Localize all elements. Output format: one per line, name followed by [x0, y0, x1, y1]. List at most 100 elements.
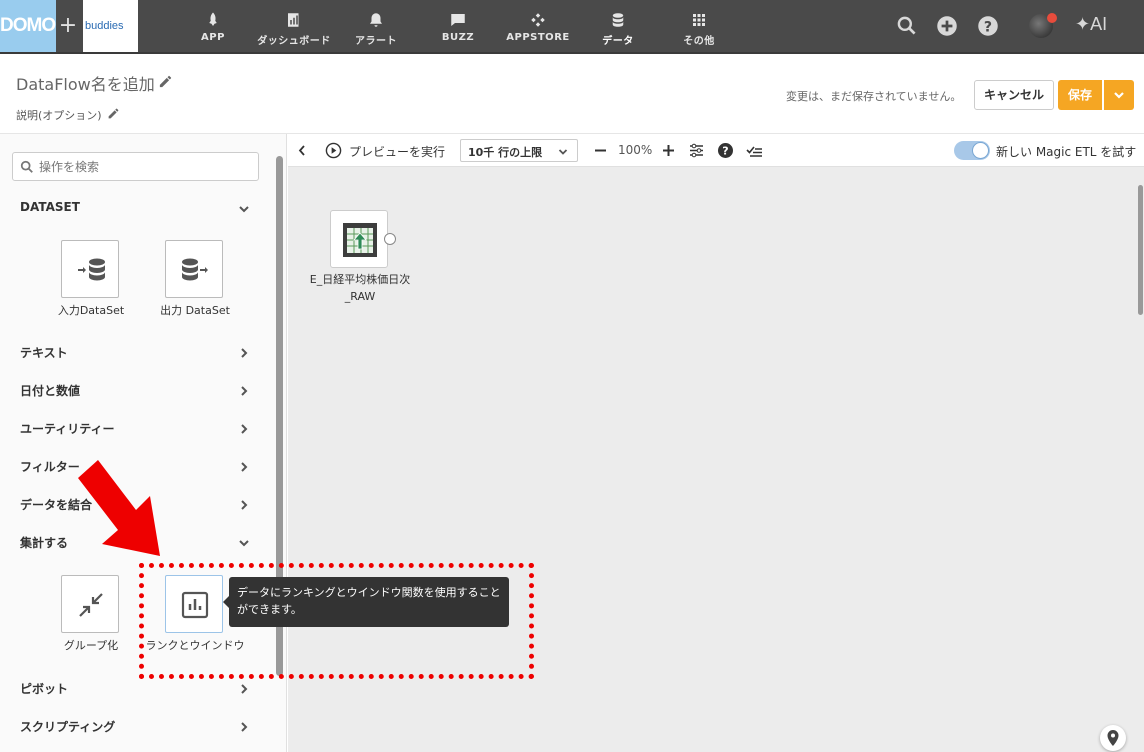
- plus-separator: +: [58, 13, 78, 38]
- search-icon: [20, 160, 33, 173]
- chevron-right-icon: [241, 348, 248, 358]
- zoom-in-icon[interactable]: [660, 142, 677, 159]
- node-output-port[interactable]: [384, 233, 396, 245]
- category-aggregate-label: 集計する: [20, 536, 69, 550]
- map-pin-icon: [1107, 730, 1119, 746]
- input-dataset-icon: [78, 258, 105, 281]
- category-date-number-label: 日付と数値: [20, 384, 81, 398]
- output-dataset-label: 出力 DataSet: [160, 304, 230, 317]
- save-button[interactable]: 保存: [1058, 80, 1102, 110]
- validate-checklist-icon[interactable]: [746, 142, 763, 159]
- buddies-logo[interactable]: buddies: [83, 0, 138, 52]
- help-circle-icon[interactable]: ?: [717, 142, 734, 159]
- bell-icon: [370, 13, 382, 27]
- canvas-scrollbar[interactable]: [1138, 185, 1143, 315]
- svg-text:?: ?: [984, 19, 992, 35]
- red-arrow-annotation: [78, 460, 160, 556]
- search-box[interactable]: [12, 152, 259, 181]
- domo-logo[interactable]: DOMO: [0, 0, 56, 52]
- category-scripting[interactable]: スクリプティング: [20, 718, 250, 738]
- input-dataset-tile[interactable]: [61, 240, 119, 298]
- category-dataset[interactable]: DATASET: [20, 200, 250, 220]
- category-text-label: テキスト: [20, 346, 68, 360]
- search-icon[interactable]: [894, 13, 920, 39]
- category-utility-label: ユーティリティー: [20, 422, 115, 436]
- magic-etl-toggle[interactable]: [954, 141, 990, 160]
- svg-text:?: ?: [722, 145, 728, 158]
- category-filter-label: フィルター: [20, 460, 80, 474]
- notification-badge: [1047, 13, 1057, 23]
- database-icon: [612, 13, 624, 27]
- pencil-icon[interactable]: [158, 74, 173, 89]
- category-scripting-label: スクリプティング: [20, 720, 116, 734]
- chat-icon: [451, 14, 465, 26]
- chevron-right-icon: [241, 684, 248, 694]
- dashboard-icon: [288, 13, 299, 27]
- spreadsheet-upload-icon: [343, 223, 377, 257]
- category-pivot[interactable]: ピボット: [20, 680, 250, 700]
- nav-alert-label: アラート: [355, 36, 397, 47]
- dataset-node[interactable]: [330, 210, 388, 268]
- grid-icon: [693, 14, 705, 26]
- magic-etl-label: 新しい Magic ETL を試す: [996, 145, 1137, 159]
- row-limit-value: 10千 行の上限: [468, 146, 543, 159]
- collapse-sidebar-icon[interactable]: [295, 142, 309, 159]
- collapse-arrows-icon: [79, 593, 103, 617]
- chevron-down-icon: [1114, 92, 1124, 99]
- zoom-level: 100%: [618, 143, 653, 157]
- chevron-down-icon: [558, 149, 568, 155]
- appstore-icon: [531, 13, 545, 27]
- category-pivot-label: ピボット: [20, 682, 69, 696]
- zoom-out-icon[interactable]: [592, 142, 609, 159]
- nav-appstore-label: APPSTORE: [506, 32, 570, 43]
- highlight-dotted-box: [139, 563, 534, 679]
- group-by-tile[interactable]: [61, 575, 119, 633]
- toggle-knob: [972, 142, 989, 159]
- unsaved-status: 変更は、まだ保存されていません。: [786, 90, 962, 103]
- chevron-down-icon: [239, 206, 249, 213]
- nav-dashboard[interactable]: ダッシュボード: [252, 0, 336, 52]
- category-dataset-label: DATASET: [20, 200, 80, 214]
- row-limit-select[interactable]: 10千 行の上限: [460, 139, 578, 162]
- category-utility[interactable]: ユーティリティー: [20, 420, 250, 440]
- play-circle-icon[interactable]: [325, 142, 342, 159]
- canvas-toolbar: プレビューを実行 10千 行の上限 100% ? 新しい Magic ETL を…: [288, 134, 1144, 167]
- add-circle-icon[interactable]: [934, 13, 960, 39]
- category-date-number[interactable]: 日付と数値: [20, 382, 250, 402]
- nav-more-label: その他: [683, 36, 715, 47]
- nav-appstore[interactable]: APPSTORE: [506, 0, 570, 52]
- save-dropdown-button[interactable]: [1104, 80, 1134, 110]
- help-icon[interactable]: ?: [975, 13, 1001, 39]
- rocket-icon: [209, 12, 217, 26]
- dataset-node-label: E_日経平均株価日次_RAW: [309, 273, 411, 303]
- nav-buzz[interactable]: BUZZ: [436, 0, 480, 52]
- cancel-button[interactable]: キャンセル: [974, 80, 1054, 110]
- chevron-right-icon: [241, 462, 248, 472]
- nav-data-label: データ: [602, 36, 634, 47]
- chevron-down-icon: [239, 540, 249, 547]
- chevron-right-icon: [241, 722, 248, 732]
- chevron-right-icon: [241, 386, 248, 396]
- pencil-icon[interactable]: [107, 107, 120, 120]
- category-text[interactable]: テキスト: [20, 344, 250, 364]
- nav-dashboard-label: ダッシュボード: [257, 36, 331, 47]
- nav-app-label: APP: [201, 32, 225, 43]
- dataflow-title[interactable]: DataFlow名を追加: [16, 71, 155, 95]
- output-dataset-icon: [182, 258, 208, 281]
- nav-data[interactable]: データ: [596, 0, 640, 52]
- nav-more[interactable]: その他: [677, 0, 721, 52]
- settings-sliders-icon[interactable]: [688, 142, 705, 159]
- search-input[interactable]: [39, 157, 249, 176]
- top-nav: DOMO + buddies APP ダッシュボード アラート BUZZ APP…: [0, 0, 1144, 54]
- nav-app[interactable]: APP: [191, 0, 235, 52]
- chevron-right-icon: [241, 424, 248, 434]
- run-preview-button[interactable]: プレビューを実行: [349, 143, 445, 160]
- chevron-right-icon: [241, 500, 248, 510]
- ai-label: AI: [1090, 14, 1108, 34]
- output-dataset-tile[interactable]: [165, 240, 223, 298]
- dataflow-header: DataFlow名を追加 説明(オプション) 変更は、まだ保存されていません。 …: [0, 54, 1144, 134]
- dataflow-description[interactable]: 説明(オプション): [16, 107, 102, 123]
- ai-button[interactable]: ✦AI: [1075, 14, 1107, 35]
- locate-button[interactable]: [1100, 725, 1126, 751]
- nav-alert[interactable]: アラート: [350, 0, 402, 52]
